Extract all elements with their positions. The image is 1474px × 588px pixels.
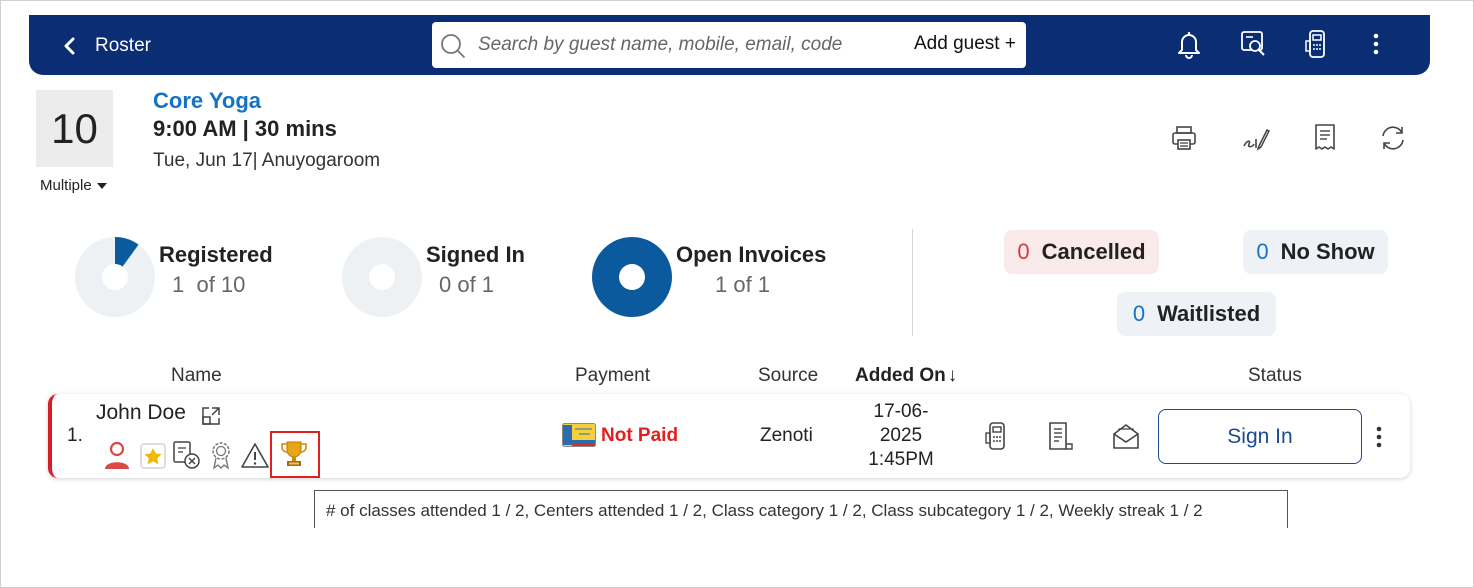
class-capacity: 10 [36,90,113,167]
sort-down-arrow-icon: ↓ [947,365,958,386]
signed-in-value: 0 of 1 [439,272,495,297]
email-icon[interactable] [1111,420,1141,452]
invoice-icon[interactable] [1045,420,1075,452]
add-guest-button[interactable]: Add guest + [914,33,1016,55]
stats-divider [912,229,913,336]
signed-in-donut-hole [369,264,395,290]
receipt-icon[interactable] [1310,122,1340,154]
column-header-source: Source [758,365,819,386]
waitlisted-filter[interactable]: 0 Waitlisted [1117,292,1276,336]
column-header-added-on[interactable]: Added On ↓ [855,365,957,387]
added-on-time: 1:45PM [868,449,934,470]
back-chevron-icon[interactable] [60,33,80,59]
guest-name-link[interactable]: John Doe [96,401,186,425]
no-show-count: 0 [1256,239,1269,264]
added-on-value: 17-06- 2025 1:45PM [862,400,940,472]
multiple-label: Multiple [40,177,92,194]
source-value: Zenoti [760,425,813,446]
added-on-label: Added On [855,365,946,386]
person-icon [102,440,132,470]
form-cancelled-icon [172,440,202,470]
open-invoices-title: Open Invoices [676,242,827,267]
badge-icon [207,440,237,470]
class-time: 9:00 AM | 30 mins [153,116,337,141]
sign-in-button[interactable]: Sign In [1158,409,1362,464]
refresh-icon[interactable] [1378,122,1408,154]
class-name-link[interactable]: Core Yoga [153,88,261,114]
trophy-tooltip: # of classes attended 1 / 2, Centers att… [314,490,1288,528]
registered-donut-hole [102,264,128,290]
cancelled-count: 0 [1017,239,1030,264]
row-more-options-icon[interactable] [1370,424,1388,450]
column-header-payment: Payment [575,365,650,386]
guest-search-input[interactable] [478,30,898,60]
more-vertical-icon[interactable] [1361,28,1391,60]
registered-value: 1 of 10 [172,272,246,297]
no-show-filter[interactable]: 0 No Show [1243,230,1388,274]
payment-card-icon [562,423,596,447]
row-index: 1. [67,425,83,446]
signed-in-donut-chart [342,237,422,317]
back-to-roster-link[interactable]: Roster [95,35,151,57]
star-icon [139,440,169,470]
card-terminal-icon[interactable] [1302,28,1332,60]
multiple-dropdown[interactable]: Multiple [40,177,107,194]
class-date-room: Tue, Jun 17| Anuyogaroom [153,150,381,171]
open-invoices-donut-hole [619,264,645,290]
column-header-status: Status [1248,365,1302,386]
signed-in-title: Signed In [426,242,525,267]
signature-icon[interactable] [1241,122,1271,154]
card-terminal-icon[interactable] [982,420,1012,452]
waitlisted-label: Waitlisted [1157,301,1261,326]
warning-icon [240,440,270,470]
added-on-year: 2025 [879,425,923,446]
cancelled-label: Cancelled [1041,239,1146,264]
search-document-icon[interactable] [1239,28,1269,60]
payment-status: Not Paid [601,425,679,446]
no-show-label: No Show [1280,239,1375,264]
trophy-highlight-box [270,431,320,478]
registered-donut-chart [75,237,155,317]
registered-title: Registered [159,242,273,267]
cancelled-filter[interactable]: 0 Cancelled [1004,230,1159,274]
open-invoices-donut-chart [592,237,672,317]
open-profile-icon[interactable] [200,405,222,427]
column-header-name: Name [171,365,222,386]
added-on-date: 17-06- [873,401,929,422]
waitlisted-count: 0 [1132,301,1146,326]
caret-down-icon [96,183,107,190]
print-icon[interactable] [1169,122,1199,154]
bell-icon[interactable] [1174,28,1204,60]
open-invoices-value: 1 of 1 [715,272,771,297]
search-icon [440,33,466,59]
